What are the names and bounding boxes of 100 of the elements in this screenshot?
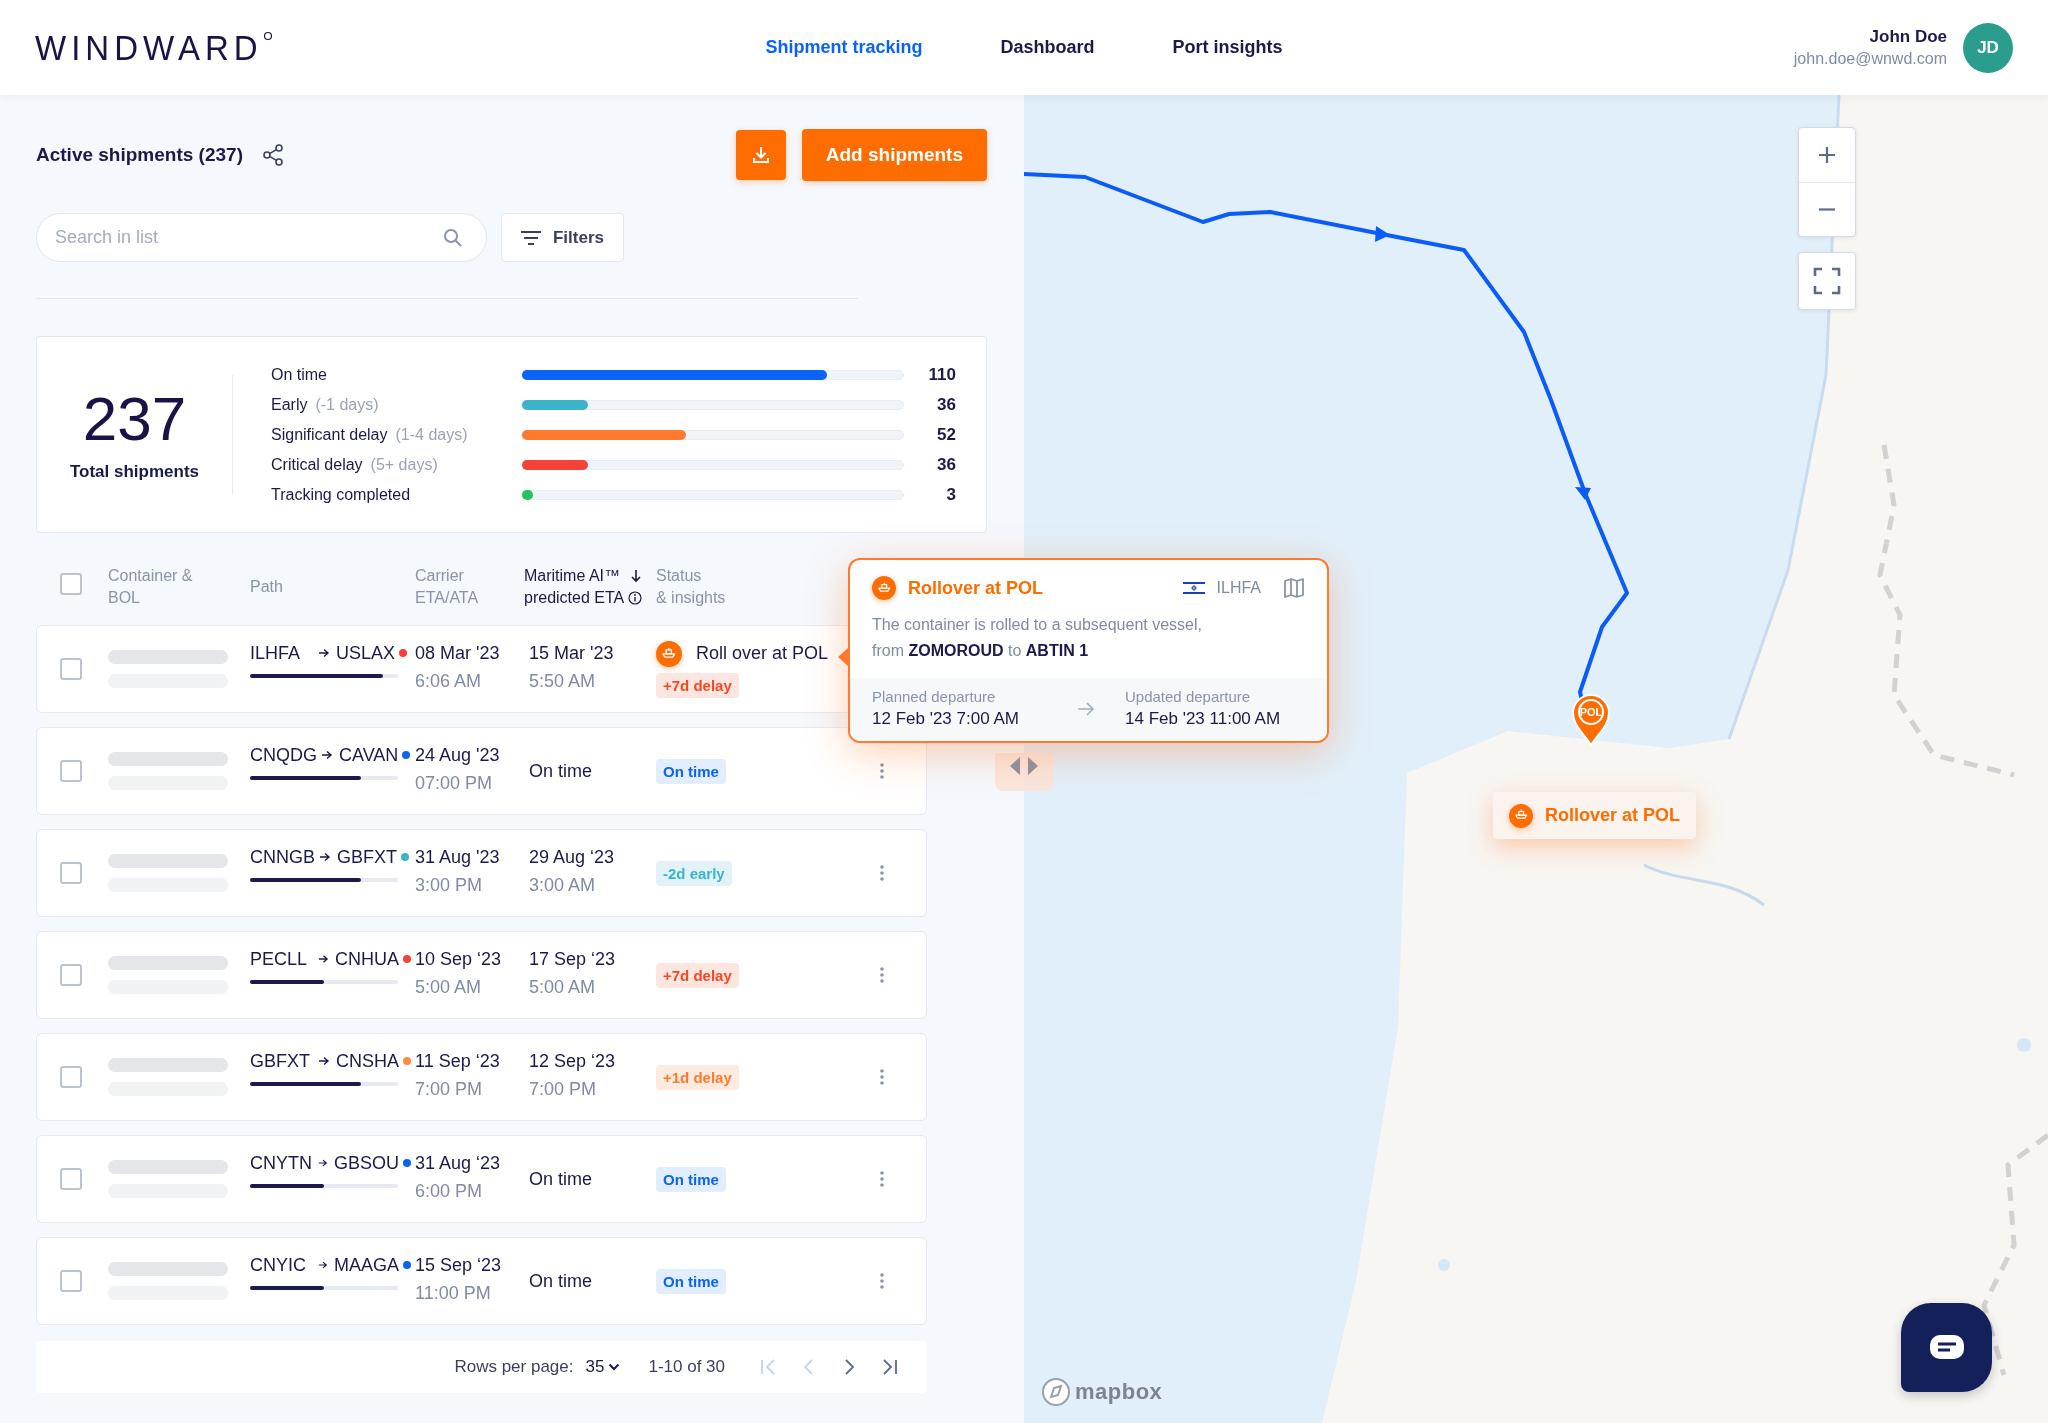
category-label: Tracking completed	[271, 485, 411, 504]
origin-port: CNYTN	[250, 1152, 313, 1174]
predicted-time: 3:00 AM	[529, 874, 597, 897]
attribution-text: mapbox	[1075, 1379, 1163, 1405]
rows-per-page-select[interactable]: 35	[585, 1357, 621, 1377]
more-icon[interactable]	[880, 865, 884, 881]
column-header: Path	[250, 577, 283, 597]
category-label: Critical delay	[271, 455, 363, 474]
port-code: ILHFA	[1216, 579, 1261, 597]
category-count: 36	[936, 454, 956, 475]
predicted-date: 17 Sep ‘23	[529, 948, 617, 971]
predicted-status: On time	[529, 1270, 593, 1293]
arrow-icon	[318, 648, 330, 658]
carrier-date: 11 Sep ‘23	[415, 1050, 501, 1073]
status-badge: On time	[656, 758, 726, 784]
destination-port: CAVAN	[339, 744, 399, 766]
category-note: (5+ days)	[370, 455, 438, 474]
search-field[interactable]: Search in list	[36, 213, 487, 262]
category-label: Early	[271, 395, 308, 414]
rows-per-page-label: Rows per page:	[454, 1357, 574, 1377]
category-note: (1-4 days)	[395, 425, 468, 444]
checkbox[interactable]	[60, 573, 82, 595]
checkbox[interactable]	[60, 862, 82, 884]
carrier-date: 10 Sep ‘23	[415, 948, 503, 971]
origin-port: GBFXT	[250, 1050, 311, 1072]
popup-title: Rollover at POL	[908, 577, 1045, 599]
origin-port: CNYIC	[250, 1254, 307, 1276]
checkbox[interactable]	[60, 1066, 82, 1088]
more-icon[interactable]	[880, 1273, 884, 1289]
destination-port: CNSHA	[336, 1050, 399, 1072]
arrow-icon	[318, 1056, 330, 1066]
nav-tab[interactable]: Shipment tracking	[765, 31, 923, 64]
location-pin[interactable]: POL	[1571, 693, 1611, 747]
carrier-time: 6:06 AM	[415, 670, 483, 693]
column-header: Container &	[108, 566, 193, 586]
minus-icon	[1819, 207, 1835, 211]
user-name: John Doe	[1868, 27, 1947, 47]
destination-port: CNHUA	[335, 948, 399, 970]
share-icon[interactable]	[262, 144, 283, 166]
checkbox[interactable]	[60, 1270, 82, 1292]
carrier-date: 31 Aug ‘23	[415, 1152, 502, 1175]
filters-button[interactable]: Filters	[501, 213, 624, 262]
destination-port: USLAX	[336, 642, 396, 664]
predicted-date: 29 Aug ‘23	[529, 846, 616, 869]
status-badge: +7d delay	[656, 962, 739, 988]
page-range: 1-10 of 30	[648, 1357, 725, 1377]
fullscreen-button[interactable]	[1798, 252, 1856, 310]
total-count: 237	[82, 387, 187, 450]
column-header: Status	[656, 566, 702, 586]
more-icon[interactable]	[880, 967, 884, 983]
ship-icon	[1509, 803, 1533, 828]
logo-mark-icon	[262, 30, 273, 41]
column-header: BOL	[108, 588, 140, 608]
ship-icon	[656, 640, 682, 667]
checkbox[interactable]	[60, 964, 82, 986]
info-icon	[628, 591, 643, 605]
arrow-icon	[318, 1158, 328, 1168]
carrier-time: 11:00 PM	[415, 1282, 492, 1305]
chat-button[interactable]	[1901, 1303, 1992, 1392]
carrier-time: 3:00 PM	[415, 874, 484, 897]
more-icon[interactable]	[880, 1069, 884, 1085]
more-icon[interactable]	[880, 1171, 884, 1187]
destination-port: MAAGA	[334, 1254, 399, 1276]
carrier-date: 31 Aug '23	[415, 846, 501, 869]
add-shipments-button[interactable]: Add shipments	[801, 129, 987, 181]
chat-icon	[1928, 1333, 1965, 1362]
popup-description: from ZOMOROUD to ABTIN 1	[872, 641, 1090, 661]
nav-tab[interactable]: Port insights	[1172, 31, 1283, 64]
arrow-icon	[318, 954, 329, 964]
destination-port: GBSOU	[334, 1152, 399, 1174]
category-label: Significant delay	[271, 425, 388, 444]
map-marker-label[interactable]: Rollover at POL	[1493, 792, 1697, 839]
download-icon	[750, 145, 771, 165]
user-avatar[interactable]: JD	[1963, 22, 2013, 73]
user-email: john.doe@wnwd.com	[1793, 50, 1947, 68]
nav-tab[interactable]: Dashboard	[1000, 31, 1095, 64]
checkbox[interactable]	[60, 658, 82, 680]
origin-port: CNNGB	[250, 846, 315, 868]
map-icon[interactable]	[1283, 577, 1305, 599]
panel-toggle-handle[interactable]	[995, 753, 1053, 791]
caret-icon	[608, 1363, 621, 1371]
fullscreen-icon	[1813, 267, 1841, 295]
category-count: 36	[936, 394, 956, 415]
origin-port: CNQDG	[250, 744, 317, 766]
carrier-time: 07:00 PM	[415, 772, 494, 795]
direction-arrow-icon	[1575, 487, 1591, 500]
arrow-icon	[319, 852, 331, 862]
category-note: (-1 days)	[315, 395, 379, 414]
destination-port: GBFXT	[337, 846, 398, 868]
arrow-icon	[1077, 700, 1095, 717]
predicted-date: 15 Mar '23	[529, 642, 615, 665]
predicted-status: On time	[529, 760, 593, 783]
checkbox[interactable]	[60, 1168, 82, 1190]
arrow-icon	[321, 750, 333, 760]
download-button[interactable]	[735, 130, 786, 180]
category-count: 52	[936, 424, 956, 445]
checkbox[interactable]	[60, 760, 82, 782]
more-icon[interactable]	[880, 763, 884, 779]
origin-port: PECLL	[250, 948, 309, 970]
popup-description: The container is rolled to a subsequent vessel,	[872, 615, 1203, 635]
